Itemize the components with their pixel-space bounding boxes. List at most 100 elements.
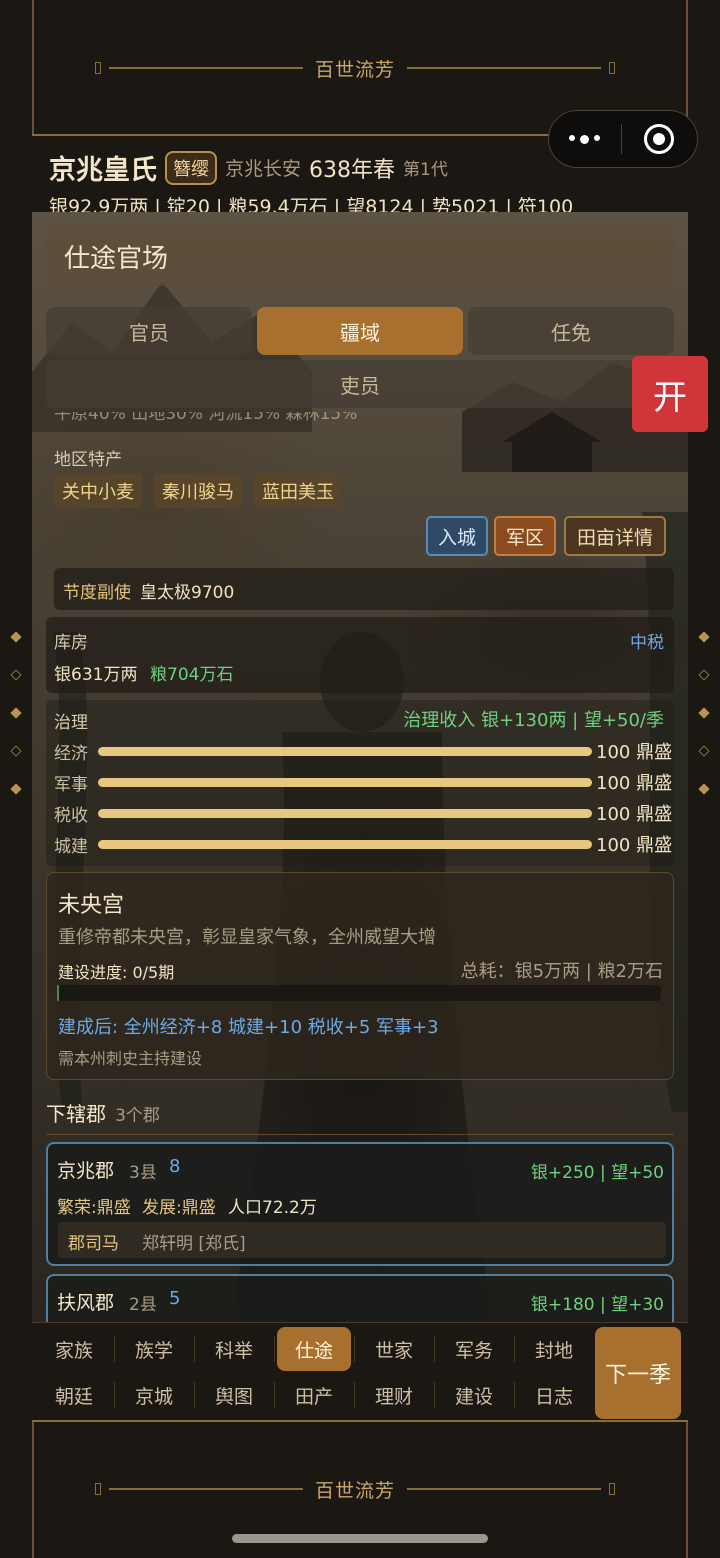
nav-imperial-exam[interactable]: 科举 xyxy=(197,1327,271,1371)
commandery-level: 5 xyxy=(169,1288,181,1309)
treasury-grain: 粮704万石 xyxy=(150,665,234,685)
stat-value: 100 鼎盛 xyxy=(596,742,673,763)
project-progress-fill xyxy=(57,985,59,1001)
nav-family[interactable]: 家族 xyxy=(37,1327,111,1371)
stat-fill xyxy=(98,808,592,818)
military-district-button[interactable]: 军区 xyxy=(494,516,556,556)
home-location: 京兆长安 xyxy=(225,158,302,180)
next-season-button[interactable]: 下一季 xyxy=(595,1327,681,1419)
title-badge: 簪缨 xyxy=(165,150,217,185)
nav-fief[interactable]: 封地 xyxy=(517,1327,591,1371)
close-miniprogram-icon[interactable] xyxy=(622,124,697,154)
commandery-card[interactable]: 扶风郡 2县 5 银+180 | 望+30 xyxy=(46,1274,674,1322)
panel-title: 仕途官场 xyxy=(64,244,169,274)
commanderies-header: 下辖郡 3个郡 xyxy=(46,1098,160,1127)
bottom-nav: 家族 族学 科举 仕途 世家 军务 封地 朝廷 京城 舆图 田产 理财 建设 日… xyxy=(32,1322,688,1422)
official-name: 郑轩明 [郑氏] xyxy=(142,1234,246,1254)
commandery-counties: 2县 xyxy=(129,1295,157,1315)
side-ornament-right xyxy=(698,631,710,795)
stat-label: 税收 xyxy=(54,805,88,826)
stat-label: 城建 xyxy=(54,836,88,857)
deputy-role: 节度副使 xyxy=(63,583,131,603)
side-ornament-left xyxy=(10,631,22,795)
nav-estates[interactable]: 田产 xyxy=(277,1373,351,1417)
commandery-card[interactable]: 京兆郡 3县 8 银+250 | 望+50 繁荣:鼎盛 发展:鼎盛 人口72.2… xyxy=(46,1142,674,1266)
commandery-population: 人口72.2万 xyxy=(228,1198,317,1218)
commandery-yield: 银+250 | 望+50 xyxy=(530,1163,664,1183)
specialty-label: 地区特产 xyxy=(54,450,122,470)
project-note: 需本州刺史主持建设 xyxy=(58,1049,203,1068)
game-date: 638年春 xyxy=(309,157,396,183)
commandery-counties: 3县 xyxy=(129,1163,157,1183)
tax-level[interactable]: 中税 xyxy=(630,628,664,653)
project-progress-bar xyxy=(57,985,661,1001)
open-button[interactable]: 开 xyxy=(632,356,708,432)
tab-officials-label: 官员 xyxy=(129,320,169,345)
project-card[interactable]: 未央宫 重修帝都未央宫，彰显皇家气象，全州威望大增 建设进度: 0/5期 总耗：… xyxy=(46,872,674,1080)
nav-clan-school[interactable]: 族学 xyxy=(117,1327,191,1371)
official-role: 郡司马 xyxy=(68,1234,119,1254)
commandery-prosperity: 繁荣:鼎盛 xyxy=(57,1198,131,1218)
specialty-tag: 蓝田美玉 xyxy=(254,474,342,508)
top-banner: 百世流芳 xyxy=(95,56,616,81)
tab-officials[interactable]: 官员 xyxy=(46,307,252,355)
nav-court[interactable]: 朝廷 xyxy=(37,1373,111,1417)
commandery-yield: 银+180 | 望+30 xyxy=(530,1295,664,1315)
project-progress-label: 建设进度: 0/5期 xyxy=(58,963,175,982)
stat-track xyxy=(98,839,592,849)
divider xyxy=(46,1134,674,1135)
stat-value: 100 鼎盛 xyxy=(596,804,673,825)
commanderies-label: 下辖郡 xyxy=(46,1102,106,1126)
treasury-silver: 银631万两 xyxy=(54,665,138,685)
nav-noble-houses[interactable]: 世家 xyxy=(357,1327,431,1371)
specialty-tag: 秦川骏马 xyxy=(154,474,242,508)
commandery-name: 京兆郡 xyxy=(57,1160,115,1182)
stat-value: 100 鼎盛 xyxy=(596,835,673,856)
commandery-name: 扶风郡 xyxy=(57,1292,115,1314)
stat-label: 经济 xyxy=(54,743,88,764)
home-indicator[interactable] xyxy=(232,1534,488,1543)
nav-career[interactable]: 仕途 xyxy=(277,1327,351,1371)
project-effect: 建成后: 全州经济+8 城建+10 税收+5 军事+3 xyxy=(58,1017,439,1038)
nav-finance[interactable]: 理财 xyxy=(357,1373,431,1417)
terrain-composition: 平原40% 山地30% 河流15% 森林15% xyxy=(54,412,358,424)
miniprogram-capsule xyxy=(548,110,698,168)
stat-fill xyxy=(98,746,592,756)
nav-capital[interactable]: 京城 xyxy=(117,1373,191,1417)
stat-track xyxy=(98,746,592,756)
commandery-official-row: 郡司马 郑轩明 [郑氏] xyxy=(58,1222,666,1258)
stat-bar-military: 军事 100 鼎盛 xyxy=(54,770,674,795)
stat-value: 100 鼎盛 xyxy=(596,773,673,794)
commandery-development: 发展:鼎盛 xyxy=(142,1198,216,1218)
stat-bar-construction: 城建 100 鼎盛 xyxy=(54,832,674,857)
generation: 第1代 xyxy=(403,160,448,180)
project-desc: 重修帝都未央宫，彰显皇家气象，全州威望大增 xyxy=(58,927,436,948)
game-title-bottom: 百世流芳 xyxy=(315,1479,396,1502)
game-title-top: 百世流芳 xyxy=(315,58,396,81)
tab-appointment[interactable]: 任免 xyxy=(468,307,674,355)
deputy-name: 皇太极9700 xyxy=(140,583,235,603)
tab-clerks[interactable]: 吏员 xyxy=(46,360,674,408)
farmland-details-button[interactable]: 田亩详情 xyxy=(564,516,666,556)
enter-city-button[interactable]: 入城 xyxy=(426,516,488,556)
tab-clerks-label: 吏员 xyxy=(340,373,380,398)
project-cost: 总耗：银5万两 | 粮2万石 xyxy=(460,961,663,982)
stat-label: 军事 xyxy=(54,774,88,795)
stat-fill xyxy=(98,777,592,787)
stat-track xyxy=(98,777,592,787)
tab-territory-label: 疆域 xyxy=(340,320,380,345)
stat-bar-economy: 经济 100 鼎盛 xyxy=(54,739,674,764)
commandery-level: 8 xyxy=(169,1156,181,1177)
stat-bar-tax: 税收 100 鼎盛 xyxy=(54,801,674,826)
more-menu-icon[interactable] xyxy=(549,134,621,144)
nav-log[interactable]: 日志 xyxy=(517,1373,591,1417)
specialty-tag: 关中小麦 xyxy=(54,474,142,508)
nav-construction[interactable]: 建设 xyxy=(437,1373,511,1417)
official-panel: 仕途官场 官员 疆域 任免 吏员 平原40% 山地30% 河流15% 森林15%… xyxy=(32,212,688,1322)
nav-map[interactable]: 舆图 xyxy=(197,1373,271,1417)
nav-military[interactable]: 军务 xyxy=(437,1327,511,1371)
clan-name: 京兆皇氏 xyxy=(49,155,157,186)
tab-territory[interactable]: 疆域 xyxy=(257,307,463,355)
deputy-row: 节度副使 皇太极9700 xyxy=(54,568,674,610)
bottom-banner: 百世流芳 xyxy=(95,1477,616,1502)
